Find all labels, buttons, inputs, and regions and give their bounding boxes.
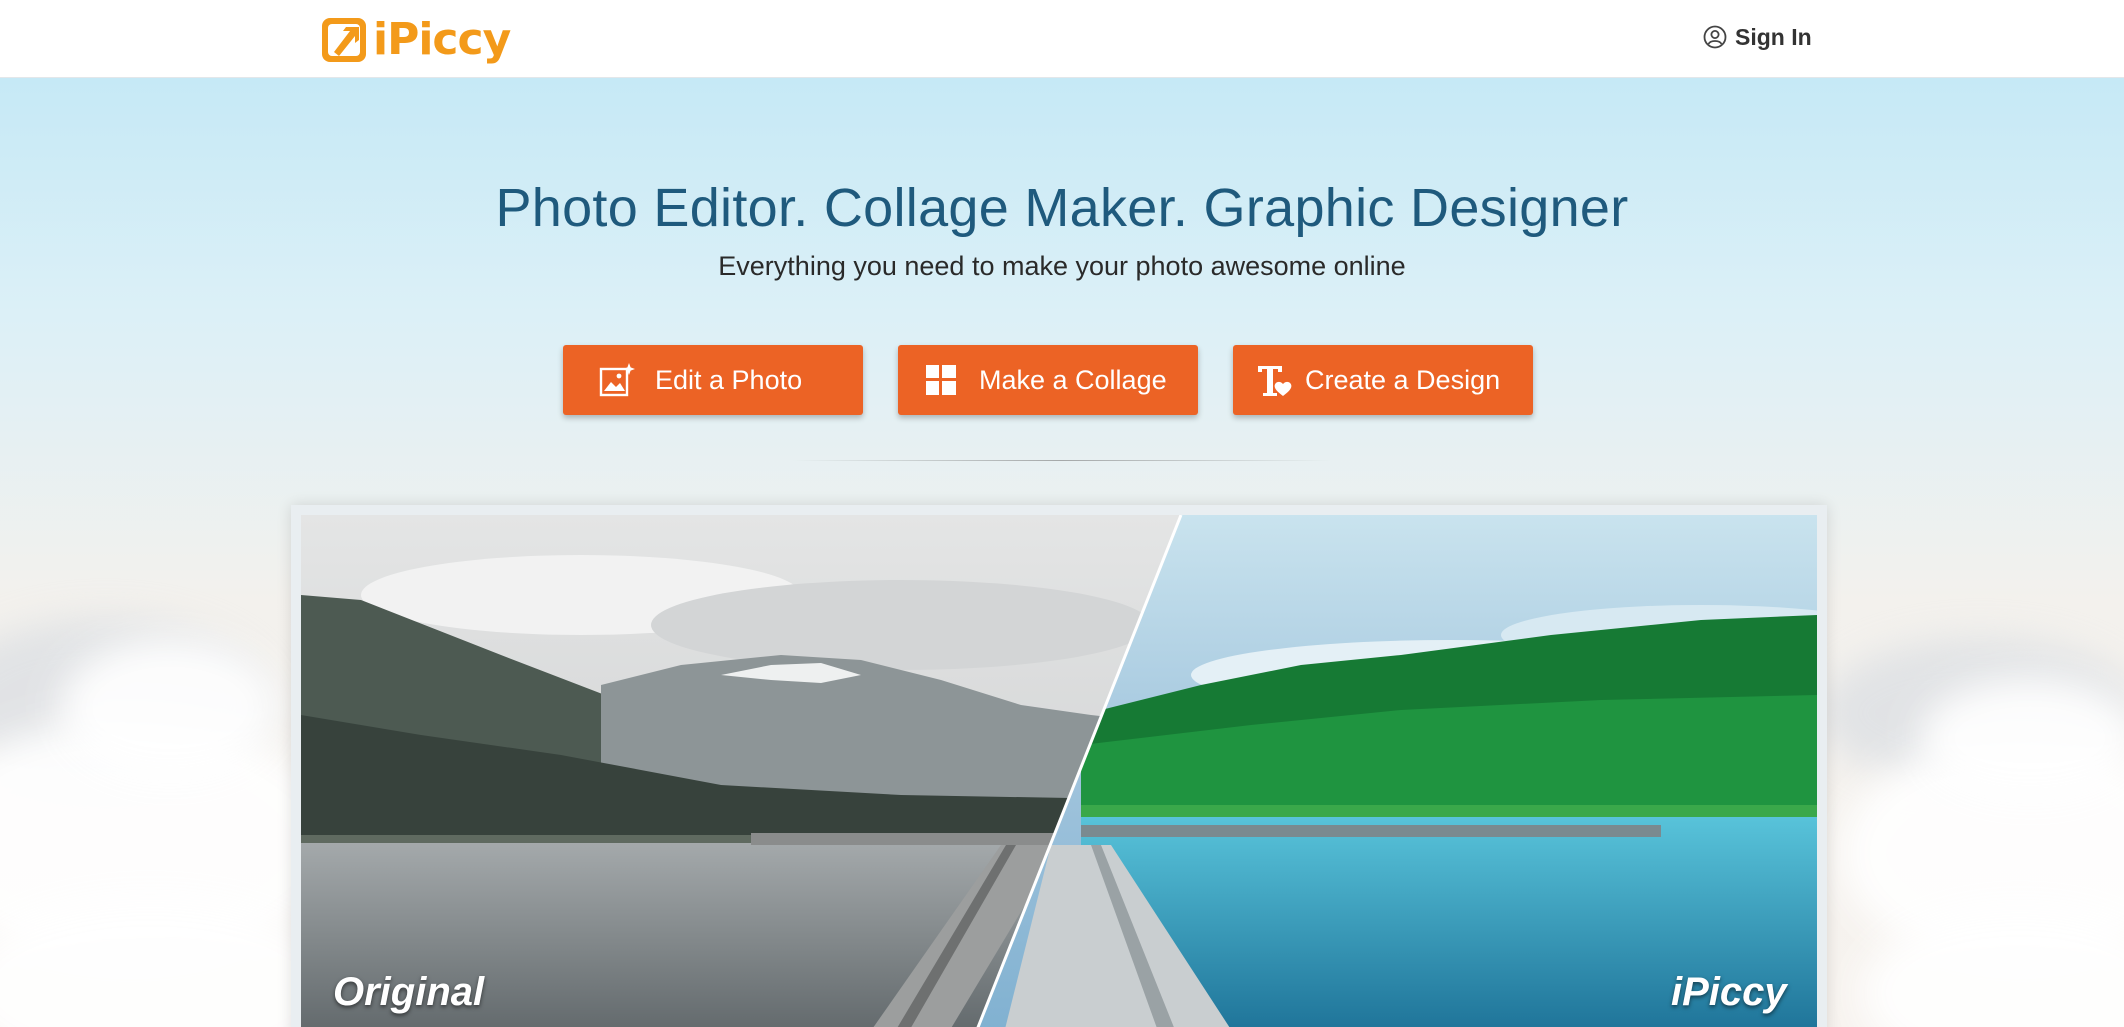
logo-link[interactable]: iPiccy	[319, 13, 511, 67]
user-circle-icon	[1703, 25, 1727, 49]
make-collage-label: Make a Collage	[979, 364, 1167, 395]
text-heart-icon	[1258, 366, 1292, 396]
before-after-photo	[301, 515, 1817, 1027]
cloud-decoration	[60, 638, 280, 778]
photo-sparkle-icon	[599, 363, 635, 397]
hero-section: Photo Editor. Collage Maker. Graphic Des…	[0, 78, 2124, 1027]
before-after-showcase: Original iPiccy	[291, 505, 1827, 1027]
page-subtitle: Everything you need to make your photo a…	[718, 251, 1406, 281]
ipiccy-label: iPiccy	[1671, 970, 1787, 1014]
cloud-decoration	[1920, 678, 2124, 798]
sign-in-link[interactable]: Sign In	[1703, 22, 1812, 52]
logo-arrow-icon	[322, 18, 366, 62]
original-label: Original	[333, 970, 485, 1014]
site-header: iPiccy Sign In	[0, 0, 2124, 78]
create-design-button[interactable]: Create a Design	[1233, 345, 1533, 415]
page-title: Photo Editor. Collage Maker. Graphic Des…	[495, 178, 1629, 238]
make-collage-button[interactable]: Make a Collage	[898, 345, 1198, 415]
action-buttons: Edit a Photo Make a Collage Create a Des…	[563, 345, 1563, 415]
sign-in-label: Sign In	[1735, 23, 1812, 50]
brand-name: iPiccy	[373, 14, 511, 65]
grid-layout-icon	[926, 365, 956, 395]
edit-photo-label: Edit a Photo	[655, 364, 803, 395]
create-design-label: Create a Design	[1305, 364, 1501, 395]
section-divider	[792, 460, 1332, 461]
edit-photo-button[interactable]: Edit a Photo	[563, 345, 863, 415]
